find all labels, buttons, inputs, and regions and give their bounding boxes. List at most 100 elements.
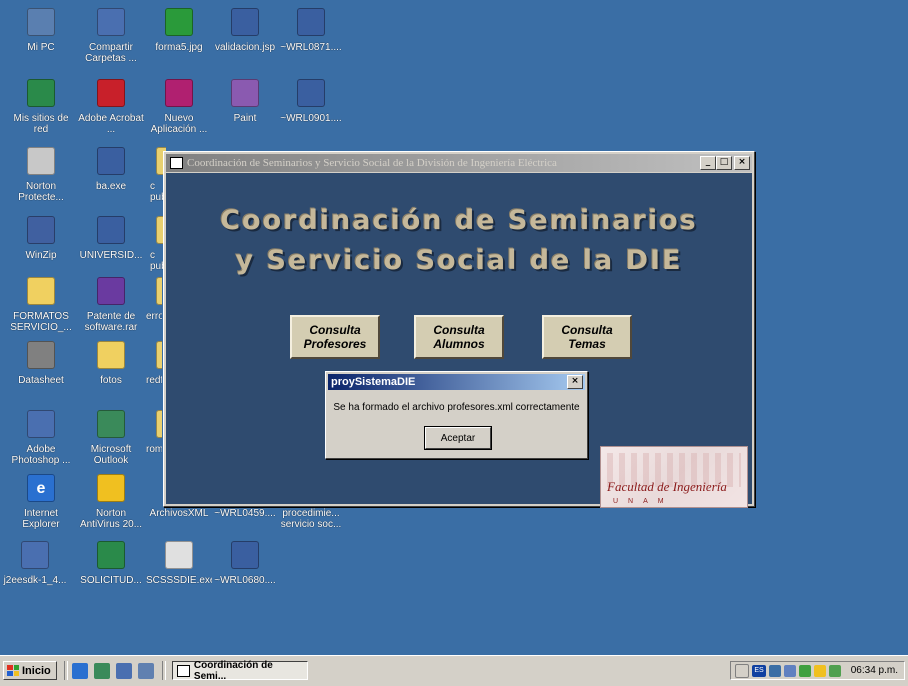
- desktop-icon-wrl0871[interactable]: ~WRL0871....: [278, 4, 344, 53]
- desktop-icon-norton-antivirus[interactable]: Norton AntiVirus 20...: [78, 470, 144, 530]
- window-app-icon: [165, 541, 193, 569]
- desktop-icon-partial-4[interactable]: redf: [146, 337, 162, 386]
- window-app-icon: [177, 664, 190, 677]
- message-dialog: proySistemaDIE × Se ha formado el archiv…: [325, 371, 588, 459]
- desktop-icon-adobe-acrobat[interactable]: Adobe Acrobat ...: [78, 75, 144, 135]
- start-button[interactable]: Inicio: [3, 661, 57, 680]
- windows-logo-icon: [7, 665, 19, 676]
- word-document-icon: [231, 541, 259, 569]
- page-title-line2: y Servicio Social de la DIE: [235, 245, 683, 276]
- main-window-titlebar[interactable]: Coordinación de Seminarios y Servicio So…: [166, 154, 752, 172]
- desktop-icon-j2eesdk[interactable]: j2eesdk-1_4...: [0, 537, 70, 586]
- desktop-icon-datasheet[interactable]: Datasheet: [8, 337, 74, 386]
- consulta-profesores-button[interactable]: Consulta Profesores: [290, 315, 380, 359]
- desktop-icon-photoshop[interactable]: Adobe Photoshop ...: [8, 406, 74, 466]
- taskbar-separator: [162, 661, 166, 680]
- desktop-icon-scsssdie[interactable]: SCSSSDIE.exe: [146, 537, 212, 586]
- consulta-temas-button[interactable]: Consulta Temas: [542, 315, 632, 359]
- word-document-icon: [297, 79, 325, 107]
- excel-icon: [97, 541, 125, 569]
- desktop-icon-compartir-carpetas[interactable]: Compartir Carpetas ...: [78, 4, 144, 64]
- folder-icon: [27, 277, 55, 305]
- shortcut-icon: [27, 341, 55, 369]
- acrobat-icon: [97, 79, 125, 107]
- language-indicator[interactable]: ES: [752, 664, 766, 677]
- main-window-title: Coordinación de Seminarios y Servicio So…: [187, 157, 557, 169]
- paint-icon: [231, 79, 259, 107]
- internet-explorer-icon: e: [27, 474, 55, 502]
- desktop-icon-solicitud[interactable]: SOLICITUD...: [78, 537, 144, 586]
- application-icon: [165, 79, 193, 107]
- desktop-icon-outlook[interactable]: Microsoft Outlook: [78, 406, 144, 466]
- taskbar: Inicio Coordinación de Semi... ES 06:34 …: [0, 655, 908, 686]
- desktop-icon-fotos[interactable]: fotos: [78, 337, 144, 386]
- application-icon: [97, 216, 125, 244]
- winzip-icon: [27, 216, 55, 244]
- network-icon: [27, 79, 55, 107]
- folder-icon: [156, 410, 162, 438]
- desktop-icon-universidad[interactable]: UNIVERSID...: [78, 212, 144, 261]
- installer-icon: [21, 541, 49, 569]
- dialog-titlebar[interactable]: proySistemaDIE ×: [328, 374, 585, 390]
- desktop-icon-nuevo-aplicacion[interactable]: Nuevo Aplicación ...: [146, 75, 212, 135]
- quicklaunch-app-icon[interactable]: [138, 663, 154, 679]
- quicklaunch-desktop-icon[interactable]: [116, 663, 132, 679]
- dialog-title: proySistemaDIE: [331, 376, 416, 388]
- quicklaunch-ie-icon[interactable]: [72, 663, 88, 679]
- facultad-logo: Facultad de Ingeniería UNAM: [600, 446, 748, 508]
- app-tray-icon[interactable]: [799, 664, 811, 677]
- window-app-icon: [170, 157, 183, 169]
- desktop-icon-paint[interactable]: Paint: [212, 75, 278, 124]
- task-button-coordinacion[interactable]: Coordinación de Semi...: [172, 659, 308, 682]
- volume-tray-icon[interactable]: [784, 664, 796, 677]
- dialog-message: Se ha formado el archivo profesores.xml …: [333, 402, 580, 413]
- quicklaunch-outlook-icon[interactable]: [94, 663, 110, 679]
- rar-archive-icon: [97, 277, 125, 305]
- start-label: Inicio: [22, 664, 51, 677]
- document-icon: [231, 8, 259, 36]
- dialog-close-button[interactable]: ×: [567, 375, 583, 389]
- desktop-icon-ba-exe[interactable]: ba.exe: [78, 143, 144, 192]
- folder-icon: [156, 341, 162, 369]
- logo-subtext: UNAM: [613, 498, 674, 505]
- antivirus-tray-icon[interactable]: [814, 664, 826, 677]
- minimize-button[interactable]: _: [700, 156, 716, 170]
- outlook-icon: [97, 410, 125, 438]
- desktop-icon-formatos[interactable]: FORMATOS SERVICIO_...: [8, 273, 74, 333]
- shared-folder-icon: [97, 8, 125, 36]
- network-tray-icon[interactable]: [769, 664, 781, 677]
- desktop-icon-wrl0680[interactable]: ~WRL0680....: [212, 537, 278, 586]
- show-hidden-icon[interactable]: [735, 663, 749, 678]
- taskbar-separator: [64, 661, 68, 680]
- computer-icon: [27, 8, 55, 36]
- maximize-button[interactable]: □: [716, 156, 732, 170]
- desktop-icon-internet-explorer[interactable]: e Internet Explorer: [8, 470, 74, 530]
- system-tray: ES 06:34 p.m.: [730, 661, 905, 680]
- image-file-icon: [165, 8, 193, 36]
- desktop-icon-patente-de-software[interactable]: Patente de software.rar: [78, 273, 144, 333]
- close-button[interactable]: ×: [734, 156, 750, 170]
- photoshop-icon: [27, 410, 55, 438]
- desktop-icon-partial-5[interactable]: rom: [146, 406, 162, 455]
- recycle-bin-icon: [27, 147, 55, 175]
- logo-text: Facultad de Ingeniería: [607, 479, 727, 494]
- folder-icon: [97, 341, 125, 369]
- desktop-icon-norton-protected[interactable]: Norton Protecte...: [8, 143, 74, 203]
- consulta-alumnos-button[interactable]: Consulta Alumnos: [414, 315, 504, 359]
- norton-icon: [97, 474, 125, 502]
- word-document-icon: [297, 8, 325, 36]
- desktop-icon-mi-pc[interactable]: Mi PC: [8, 4, 74, 53]
- aceptar-button[interactable]: Aceptar: [424, 426, 492, 450]
- update-tray-icon[interactable]: [829, 664, 841, 677]
- task-button-label: Coordinación de Semi...: [193, 659, 273, 682]
- desktop-icon-wrl0901[interactable]: ~WRL0901....: [278, 75, 344, 124]
- folder-icon: [156, 277, 162, 305]
- desktop-icon-validacion-jsp[interactable]: validacion.jsp: [212, 4, 278, 53]
- clock[interactable]: 06:34 p.m.: [851, 665, 898, 676]
- application-icon: [97, 147, 125, 175]
- desktop-icon-winzip[interactable]: WinZip: [8, 212, 74, 261]
- desktop-icon-forma5[interactable]: forma5.jpg: [146, 4, 212, 53]
- desktop-icon-partial-3[interactable]: erro: [146, 273, 162, 322]
- page-title-line1: Coordinación de Seminarios: [220, 205, 698, 236]
- desktop-icon-mis-sitios-de-red[interactable]: Mis sitios de red: [8, 75, 74, 135]
